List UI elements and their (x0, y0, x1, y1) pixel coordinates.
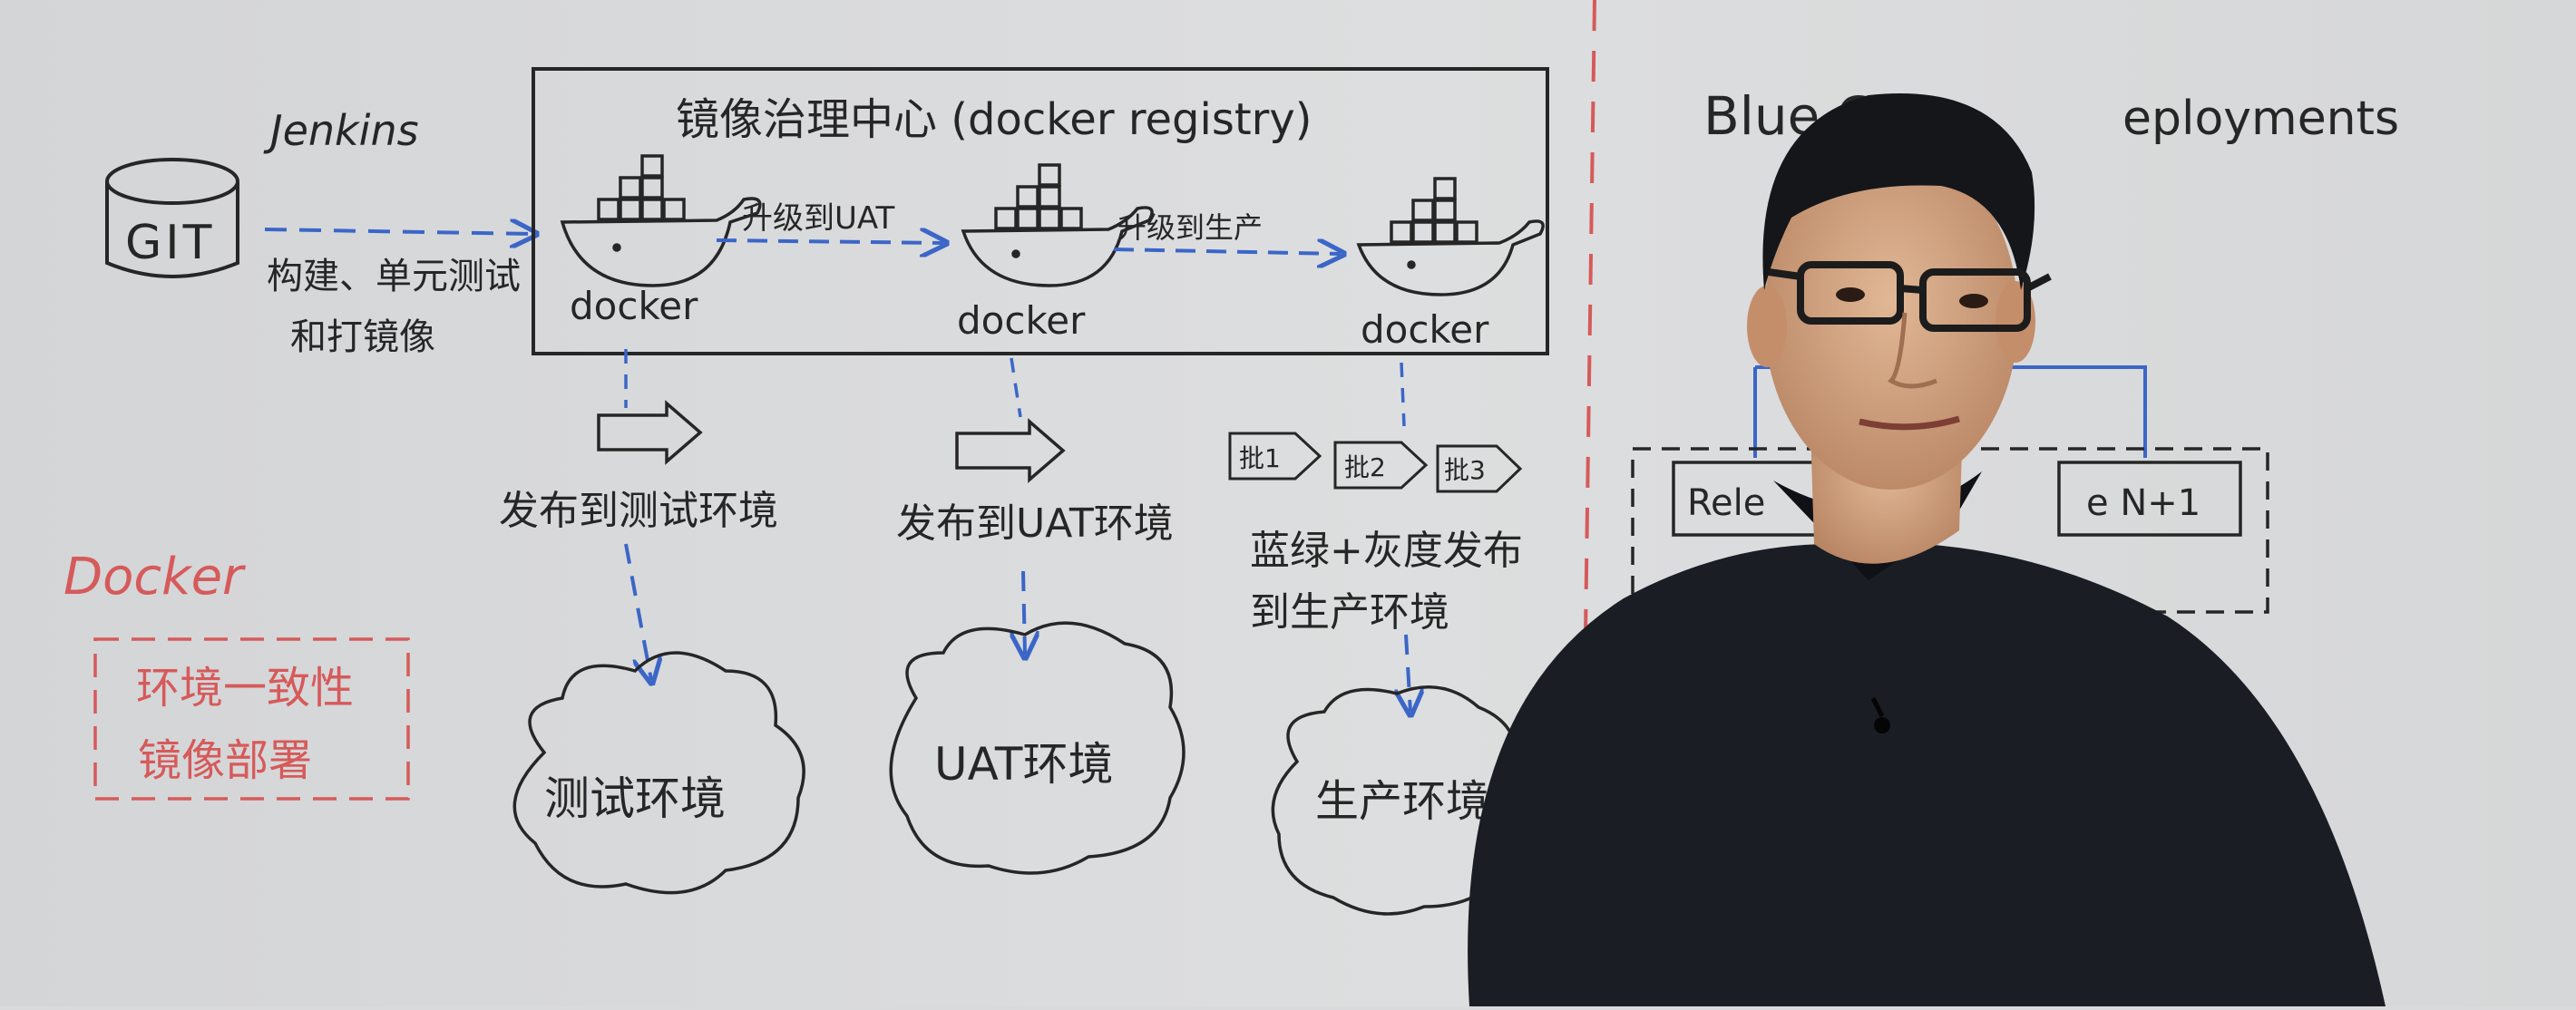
docker-label-3: docker (1361, 307, 1489, 352)
batch-label-1: 批1 (1239, 443, 1281, 473)
docker-label-1: docker (570, 284, 698, 328)
docker-note-line2: 镜像部署 (138, 735, 312, 786)
right-box-left-label: Rele (1687, 482, 1765, 524)
build-note-line1: 构建、单元测试 (267, 256, 521, 297)
upgrade-prod-label: 升级到生产 (1117, 210, 1263, 245)
docker-note-line1: 环境一致性 (136, 663, 354, 714)
env-prod-label: 生产环境 (1315, 776, 1489, 827)
deploy-prod-line1: 蓝绿+灰度发布 (1250, 528, 1523, 574)
docker-heading: Docker (63, 548, 246, 607)
deploy-prod-line2: 到生产环境 (1250, 589, 1449, 636)
jenkins-label: Jenkins (263, 106, 419, 155)
env-uat-label: UAT环境 (934, 738, 1113, 791)
upgrade-uat-label: 升级到UAT (742, 200, 895, 237)
env-test-label: 测试环境 (544, 772, 726, 825)
docker-label-2: docker (957, 298, 1086, 343)
lapel-mic-icon (1874, 717, 1890, 733)
arrow-to-uat-env (1023, 570, 1025, 655)
batch-label-3: 批3 (1444, 455, 1486, 485)
batch-label-2: 批2 (1344, 452, 1386, 482)
deploy-test-label: 发布到测试环境 (499, 488, 778, 534)
whiteboard-photo: Jenkins GIT 构建、单元测试 和打镜像 镜像治理中心 (docker … (0, 0, 2576, 1006)
git-label: GIT (125, 216, 215, 270)
build-note-line2: 和打镜像 (290, 316, 435, 358)
right-title-right: eployments (2122, 92, 2399, 146)
registry-title: 镜像治理中心 (docker registry) (676, 94, 1312, 145)
right-box-right-label: e N+1 (2086, 482, 2200, 524)
deploy-uat-label: 发布到UAT环境 (896, 500, 1174, 547)
